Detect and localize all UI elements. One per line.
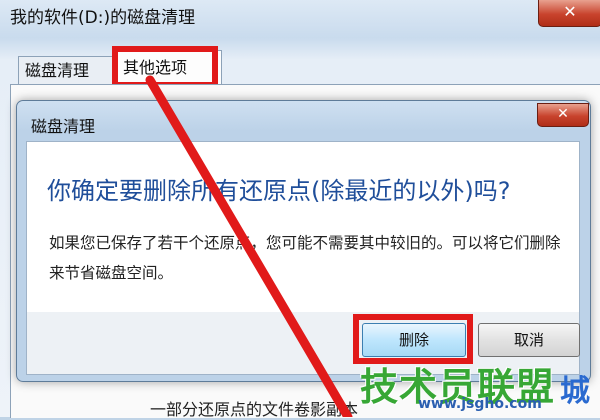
window-title: 我的软件(D:)的磁盘清理 bbox=[10, 8, 196, 28]
tab-highlight-box bbox=[112, 46, 218, 88]
confirm-dialog: 磁盘清理 ✕ 你确定要删除所有还原点(除最近的以外)吗? 如果您已保存了若干个还… bbox=[16, 100, 591, 382]
dialog-heading: 你确定要删除所有还原点(除最近的以外)吗? bbox=[47, 177, 511, 205]
panel-bottom-text: 一部分还原点的文件卷影副本 bbox=[150, 400, 359, 419]
dialog-message: 如果您已保存了若干个还原点，您可能不需要其中较旧的。可以将它们删除来节省磁盘空间… bbox=[49, 234, 561, 282]
watermark-side: 城 bbox=[560, 374, 590, 409]
watermark-url: www.jsgho.com bbox=[418, 396, 542, 412]
tab-disk-cleanup[interactable]: 磁盘清理 bbox=[18, 56, 118, 85]
dialog-title: 磁盘清理 bbox=[31, 117, 96, 136]
cancel-button[interactable]: 取消 bbox=[478, 323, 580, 357]
window-close-button[interactable]: ✕ bbox=[538, 0, 600, 27]
dialog-body: 你确定要删除所有还原点(除最近的以外)吗? 如果您已保存了若干个还原点，您可能不… bbox=[26, 141, 580, 313]
dialog-close-button[interactable]: ✕ bbox=[537, 103, 589, 127]
